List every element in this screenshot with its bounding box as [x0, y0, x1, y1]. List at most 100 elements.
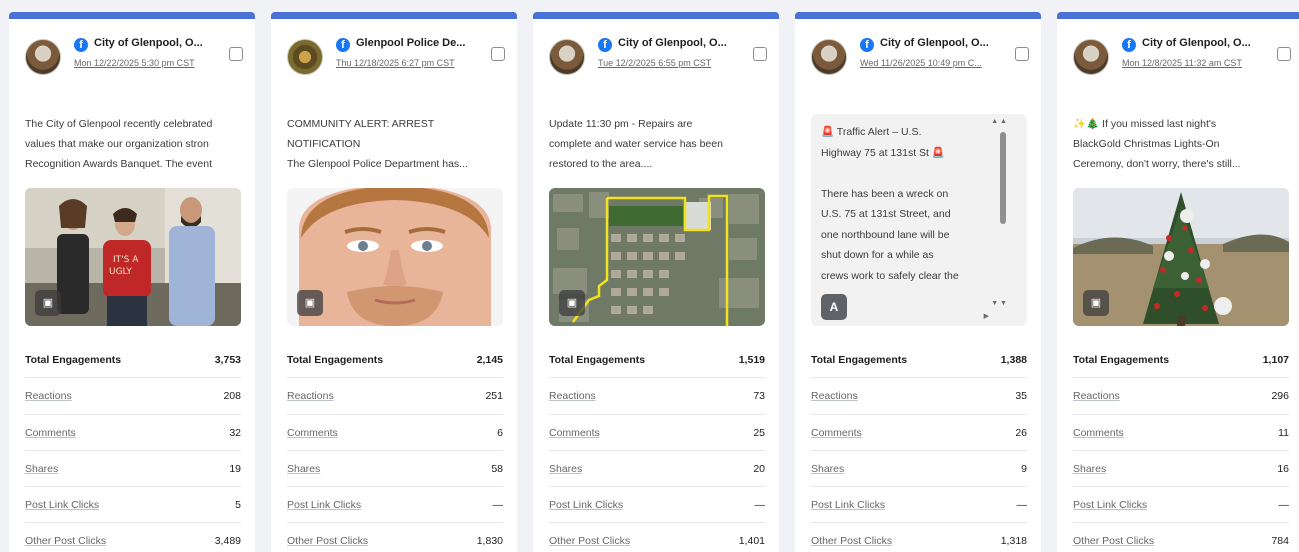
metric-label-link[interactable]: Post Link Clicks [287, 499, 361, 511]
svg-text:IT'S A: IT'S A [113, 255, 139, 265]
scroll-right-arrow-icon[interactable]: ▶ [984, 312, 989, 320]
metric-row-other-post-clicks: Other Post Clicks 1,401 [549, 523, 765, 552]
page-avatar[interactable] [549, 39, 585, 75]
metric-label-link[interactable]: Reactions [287, 390, 334, 402]
metric-label-link[interactable]: Comments [549, 427, 600, 439]
metrics-table: Total Engagements 1,388 Reactions 35 Com… [811, 342, 1027, 552]
metric-row-total-engagements: Total Engagements 3,753 [25, 342, 241, 379]
scroll-down-arrow-icon[interactable]: ▼ ▼ [991, 300, 1007, 307]
metric-label-link[interactable]: Post Link Clicks [549, 499, 623, 511]
metric-value: — [492, 499, 504, 512]
metric-label-link[interactable]: Post Link Clicks [1073, 499, 1147, 511]
text-post-preview[interactable]: 🚨 Traffic Alert – U.S. Highway 75 at 131… [811, 114, 1027, 326]
post-card[interactable]: f Glenpool Police De... Thu 12/18/2025 6… [271, 12, 517, 552]
page-avatar[interactable] [811, 39, 847, 75]
post-text: COMMUNITY ALERT: ARREST NOTIFICATION The… [287, 118, 468, 170]
page-name[interactable]: City of Glenpool, O... [1142, 37, 1282, 49]
metric-value: 1,318 [1000, 535, 1027, 548]
page-avatar[interactable] [1073, 39, 1109, 75]
metric-value: 2,145 [476, 354, 503, 366]
metric-value: 9 [1021, 462, 1027, 475]
metric-label-link[interactable]: Shares [811, 463, 844, 475]
metric-row-total-engagements: Total Engagements 2,145 [287, 342, 503, 379]
metric-value: 25 [753, 426, 765, 439]
metric-row-comments: Comments 25 [549, 415, 765, 451]
select-checkbox[interactable] [229, 47, 243, 61]
text-post-icon: A [821, 294, 847, 320]
post-card[interactable]: f City of Glenpool, O... Wed 11/26/2025 … [795, 12, 1041, 552]
post-text: 🚨 Traffic Alert – U.S. Highway 75 at 131… [821, 126, 959, 282]
metric-value: — [1016, 499, 1028, 512]
metric-label-link[interactable]: Other Post Clicks [1073, 535, 1154, 547]
metric-label-link[interactable]: Reactions [549, 390, 596, 402]
post-text: The City of Glenpool recently celebrated… [25, 118, 213, 170]
page-name[interactable]: City of Glenpool, O... [618, 37, 758, 49]
metric-label-link[interactable]: Comments [287, 427, 338, 439]
post-date-link[interactable]: Thu 12/18/2025 6:27 pm CST [336, 58, 496, 68]
select-checkbox[interactable] [1277, 47, 1291, 61]
metric-label-link[interactable]: Shares [1073, 463, 1106, 475]
post-date-link[interactable]: Wed 11/26/2025 10:49 pm C... [860, 58, 1020, 68]
page-name[interactable]: City of Glenpool, O... [94, 37, 234, 49]
page-avatar[interactable] [25, 39, 61, 75]
post-image[interactable]: IT'S A UGLY ▣ [25, 188, 241, 326]
metric-label-link[interactable]: Comments [25, 427, 76, 439]
metric-label-link[interactable]: Comments [1073, 427, 1124, 439]
metric-label-link[interactable]: Reactions [1073, 390, 1120, 402]
metric-label-link[interactable]: Reactions [25, 390, 72, 402]
metric-row-post-link-clicks: Post Link Clicks — [1073, 487, 1289, 524]
post-image[interactable]: ▣ [549, 188, 765, 326]
metric-label-link[interactable]: Shares [25, 463, 58, 475]
metrics-table: Total Engagements 3,753 Reactions 208 Co… [25, 342, 241, 552]
post-card[interactable]: f City of Glenpool, O... Tue 12/2/2025 6… [533, 12, 779, 552]
metrics-table: Total Engagements 1,107 Reactions 296 Co… [1073, 342, 1289, 552]
metric-label-link[interactable]: Other Post Clicks [25, 535, 106, 547]
metric-value: 1,830 [476, 535, 503, 548]
post-date-link[interactable]: Tue 12/2/2025 6:55 pm CST [598, 58, 758, 68]
page-name[interactable]: Glenpool Police De... [356, 37, 496, 49]
post-card-grid: f City of Glenpool, O... Mon 12/22/2025 … [0, 0, 1299, 552]
metric-label-link[interactable]: Other Post Clicks [549, 535, 630, 547]
svg-text:UGLY: UGLY [109, 267, 132, 277]
metric-value: 1,107 [1262, 354, 1289, 366]
metrics-table: Total Engagements 2,145 Reactions 251 Co… [287, 342, 503, 552]
metric-row-other-post-clicks: Other Post Clicks 1,830 [287, 523, 503, 552]
post-card[interactable]: f City of Glenpool, O... Mon 12/8/2025 1… [1057, 12, 1299, 552]
scrollbar-thumb[interactable] [1000, 132, 1006, 224]
post-date-link[interactable]: Mon 12/8/2025 11:32 am CST [1122, 58, 1282, 68]
post-header: f Glenpool Police De... Thu 12/18/2025 6… [287, 37, 507, 81]
metric-row-post-link-clicks: Post Link Clicks 5 [25, 487, 241, 524]
metric-label-link[interactable]: Post Link Clicks [25, 499, 99, 511]
metric-row-total-engagements: Total Engagements 1,519 [549, 342, 765, 379]
metric-row-comments: Comments 26 [811, 415, 1027, 451]
metric-label-link[interactable]: Reactions [811, 390, 858, 402]
metric-value: 11 [1278, 426, 1289, 439]
metric-label-link[interactable]: Other Post Clicks [287, 535, 368, 547]
page-name[interactable]: City of Glenpool, O... [880, 37, 1020, 49]
metric-label-link[interactable]: Shares [287, 463, 320, 475]
metric-label-link[interactable]: Post Link Clicks [811, 499, 885, 511]
post-image[interactable]: ▣ [287, 188, 503, 326]
metric-row-comments: Comments 11 [1073, 415, 1289, 451]
post-image[interactable]: ▣ [1073, 188, 1289, 326]
metric-value: 20 [753, 462, 765, 475]
select-checkbox[interactable] [491, 47, 505, 61]
metric-label-link[interactable]: Shares [549, 463, 582, 475]
metric-value: 6 [497, 426, 503, 439]
metric-row-shares: Shares 20 [549, 451, 765, 488]
metric-label-link[interactable]: Comments [811, 427, 862, 439]
scroll-up-arrow-icon[interactable]: ▲ ▲ [991, 118, 1007, 125]
metric-label-link[interactable]: Other Post Clicks [811, 535, 892, 547]
metric-value: 1,401 [738, 535, 765, 548]
post-date-link[interactable]: Mon 12/22/2025 5:30 pm CST [74, 58, 234, 68]
metric-value: 3,489 [214, 535, 241, 548]
post-text: Update 11:30 pm - Repairs are complete a… [549, 118, 723, 170]
metric-value: 26 [1015, 426, 1027, 439]
metric-row-shares: Shares 9 [811, 451, 1027, 488]
metric-row-shares: Shares 58 [287, 451, 503, 488]
page-avatar[interactable] [287, 39, 323, 75]
metric-row-post-link-clicks: Post Link Clicks — [287, 487, 504, 524]
post-card[interactable]: f City of Glenpool, O... Mon 12/22/2025 … [9, 12, 255, 552]
select-checkbox[interactable] [753, 47, 767, 61]
select-checkbox[interactable] [1015, 47, 1029, 61]
